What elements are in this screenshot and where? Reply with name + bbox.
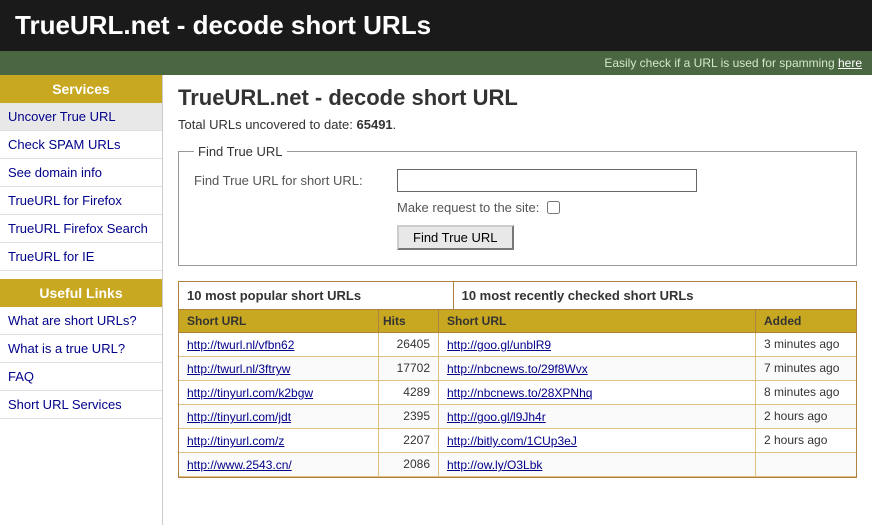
cell-hits: 26405 <box>379 333 439 356</box>
url-table-section: 10 most popular short URLs 10 most recen… <box>178 281 857 478</box>
table-rows-container: http://twurl.nl/vfbn62 26405 http://goo.… <box>179 333 856 477</box>
sidebar-item-short-url-services[interactable]: Short URL Services <box>0 391 162 419</box>
spam-bar-text: Easily check if a URL is used for spammi… <box>604 56 838 70</box>
sidebar-item-trueurl-for-firefox[interactable]: TrueURL for Firefox <box>0 187 162 215</box>
col-header-added: Added <box>756 310 856 332</box>
left-url-link[interactable]: http://tinyurl.com/k2bgw <box>187 386 313 400</box>
left-url-link[interactable]: http://twurl.nl/3ftryw <box>187 362 290 376</box>
table-row: http://twurl.nl/3ftryw 17702 http://nbcn… <box>179 357 856 381</box>
cell-hits: 2395 <box>379 405 439 428</box>
cell-left-url: http://tinyurl.com/z <box>179 429 379 452</box>
make-request-checkbox[interactable] <box>547 201 560 214</box>
table-col-headers: Short URL Hits Short URL Added <box>179 310 856 333</box>
left-url-link[interactable]: http://twurl.nl/vfbn62 <box>187 338 294 352</box>
page-title: TrueURL.net - decode short URL <box>178 85 857 111</box>
table-right-header: 10 most recently checked short URLs <box>454 282 856 309</box>
table-row: http://tinyurl.com/z 2207 http://bitly.c… <box>179 429 856 453</box>
right-url-link[interactable]: http://goo.gl/l9Jh4r <box>447 410 546 424</box>
cell-right-url: http://goo.gl/l9Jh4r <box>439 405 756 428</box>
sidebar-item-check-spam-urls[interactable]: Check SPAM URLs <box>0 131 162 159</box>
sidebar: Services Uncover True URL Check SPAM URL… <box>0 75 163 525</box>
make-request-label: Make request to the site: <box>397 200 539 215</box>
cell-hits: 2207 <box>379 429 439 452</box>
right-url-link[interactable]: http://ow.ly/O3Lbk <box>447 458 542 472</box>
layout: Services Uncover True URL Check SPAM URL… <box>0 75 872 525</box>
sidebar-item-trueurl-firefox-search[interactable]: TrueURL Firefox Search <box>0 215 162 243</box>
table-row: http://tinyurl.com/k2bgw 4289 http://nbc… <box>179 381 856 405</box>
useful-links-section-header: Useful Links <box>0 279 162 307</box>
submit-row: Find True URL <box>397 225 841 250</box>
find-true-url-button[interactable]: Find True URL <box>397 225 514 250</box>
services-section-header: Services <box>0 75 162 103</box>
table-row: http://www.2543.cn/ 2086 http://ow.ly/O3… <box>179 453 856 477</box>
cell-right-url: http://goo.gl/unblR9 <box>439 333 756 356</box>
total-count: Total URLs uncovered to date: 65491. <box>178 117 857 132</box>
table-row: http://tinyurl.com/jdt 2395 http://goo.g… <box>179 405 856 429</box>
sidebar-item-faq[interactable]: FAQ <box>0 363 162 391</box>
url-input[interactable] <box>397 169 697 192</box>
left-url-link[interactable]: http://tinyurl.com/z <box>187 434 284 448</box>
cell-right-url: http://bitly.com/1CUp3eJ <box>439 429 756 452</box>
cell-added: 7 minutes ago <box>756 357 856 380</box>
col-header-short-url-left: Short URL <box>179 310 379 332</box>
left-url-link[interactable]: http://tinyurl.com/jdt <box>187 410 291 424</box>
cell-added: 3 minutes ago <box>756 333 856 356</box>
cell-left-url: http://twurl.nl/3ftryw <box>179 357 379 380</box>
table-row: http://twurl.nl/vfbn62 26405 http://goo.… <box>179 333 856 357</box>
right-url-link[interactable]: http://goo.gl/unblR9 <box>447 338 551 352</box>
sidebar-item-uncover-true-url[interactable]: Uncover True URL <box>0 103 162 131</box>
total-count-value: 65491 <box>357 117 393 132</box>
header-title: TrueURL.net - decode short URLs <box>15 10 857 41</box>
right-url-link[interactable]: http://bitly.com/1CUp3eJ <box>447 434 577 448</box>
cell-left-url: http://tinyurl.com/jdt <box>179 405 379 428</box>
cell-right-url: http://nbcnews.to/29f8Wvx <box>439 357 756 380</box>
total-count-suffix: . <box>393 117 397 132</box>
sidebar-item-what-are-short-urls[interactable]: What are short URLs? <box>0 307 162 335</box>
cell-added: 2 hours ago <box>756 405 856 428</box>
cell-added <box>756 453 856 476</box>
spam-bar-link[interactable]: here <box>838 56 862 70</box>
sidebar-item-see-domain-info[interactable]: See domain info <box>0 159 162 187</box>
url-input-row: Find True URL for short URL: <box>194 169 841 192</box>
table-main-header: 10 most popular short URLs 10 most recen… <box>179 282 856 310</box>
cell-left-url: http://tinyurl.com/k2bgw <box>179 381 379 404</box>
sidebar-item-trueurl-for-ie[interactable]: TrueURL for IE <box>0 243 162 271</box>
cell-left-url: http://twurl.nl/vfbn62 <box>179 333 379 356</box>
spam-bar: Easily check if a URL is used for spammi… <box>0 51 872 75</box>
cell-left-url: http://www.2543.cn/ <box>179 453 379 476</box>
cell-right-url: http://ow.ly/O3Lbk <box>439 453 756 476</box>
total-count-prefix: Total URLs uncovered to date: <box>178 117 357 132</box>
right-url-link[interactable]: http://nbcnews.to/28XPNhq <box>447 386 592 400</box>
table-left-header: 10 most popular short URLs <box>179 282 454 309</box>
right-url-link[interactable]: http://nbcnews.to/29f8Wvx <box>447 362 588 376</box>
cell-hits: 17702 <box>379 357 439 380</box>
cell-hits: 2086 <box>379 453 439 476</box>
sidebar-item-what-is-true-url[interactable]: What is a true URL? <box>0 335 162 363</box>
main-content: TrueURL.net - decode short URL Total URL… <box>163 75 872 525</box>
find-fieldset-legend: Find True URL <box>194 144 287 159</box>
left-url-link[interactable]: http://www.2543.cn/ <box>187 458 292 472</box>
col-header-hits: Hits <box>379 310 439 332</box>
find-true-url-fieldset: Find True URL Find True URL for short UR… <box>178 144 857 266</box>
make-request-row: Make request to the site: <box>397 200 841 215</box>
cell-hits: 4289 <box>379 381 439 404</box>
url-input-label: Find True URL for short URL: <box>194 173 389 188</box>
cell-right-url: http://nbcnews.to/28XPNhq <box>439 381 756 404</box>
header: TrueURL.net - decode short URLs <box>0 0 872 51</box>
cell-added: 8 minutes ago <box>756 381 856 404</box>
col-header-short-url-right: Short URL <box>439 310 756 332</box>
cell-added: 2 hours ago <box>756 429 856 452</box>
